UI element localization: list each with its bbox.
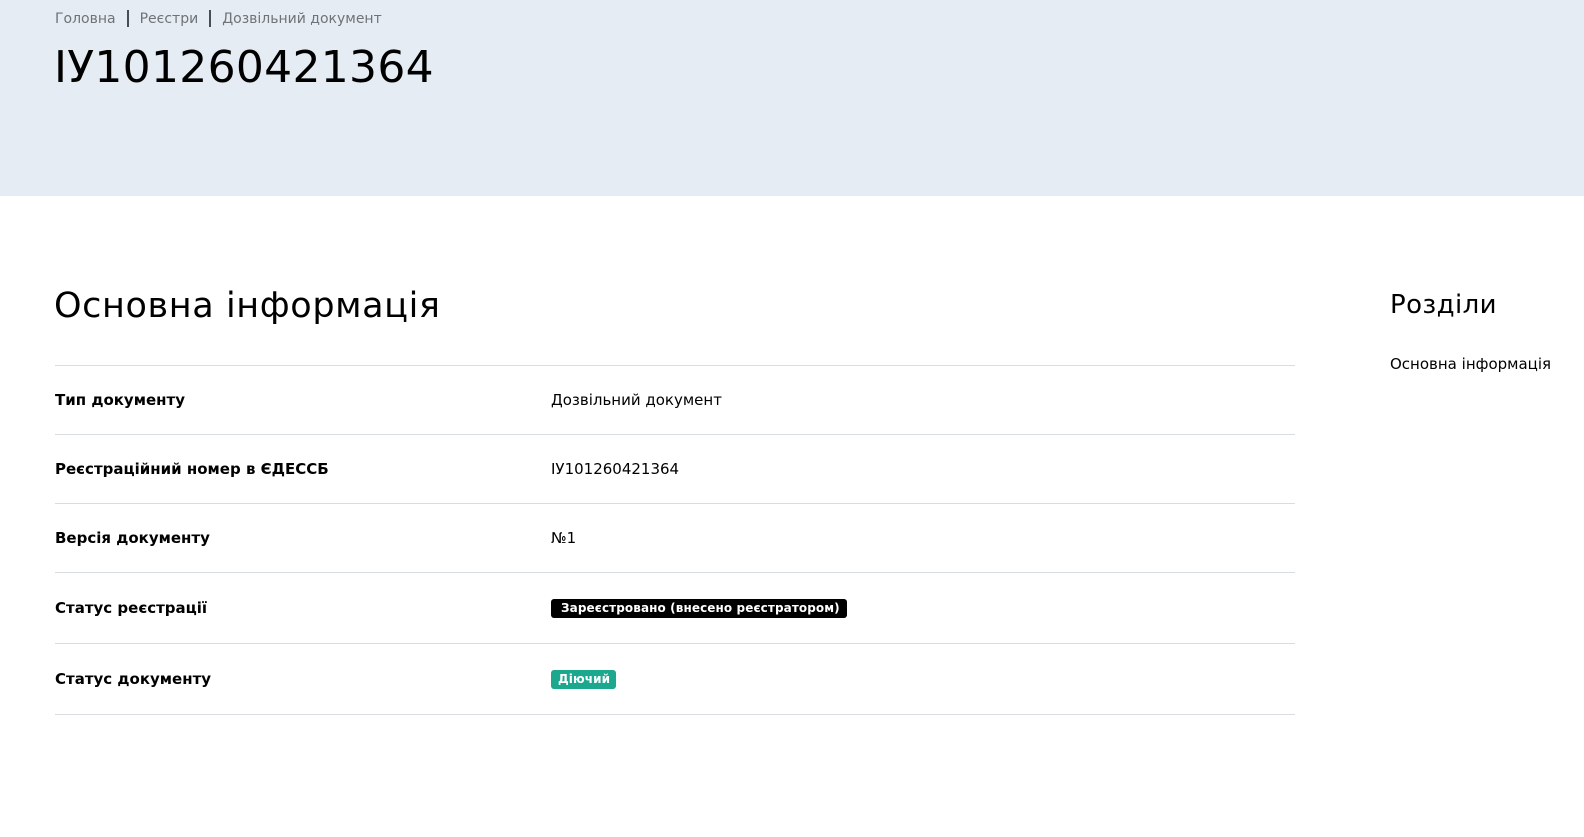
info-row-registration-number: Реєстраційний номер в ЄДЕССБ ІУ101260421…	[55, 435, 1295, 504]
section-link-basic-info[interactable]: Основна інформація	[1390, 355, 1551, 373]
info-row-document-version: Версія документу №1	[55, 504, 1295, 573]
document-status-badge: Діючий	[551, 670, 617, 689]
info-table: Тип документу Дозвільний документ Реєстр…	[55, 365, 1295, 715]
breadcrumb-separator	[126, 10, 129, 27]
info-value: ІУ101260421364	[551, 460, 680, 478]
info-value: Діючий	[551, 669, 617, 689]
info-value: №1	[551, 529, 577, 547]
info-row-document-type: Тип документу Дозвільний документ	[55, 366, 1295, 435]
section-title-basic-info: Основна інформація	[54, 286, 441, 326]
breadcrumb-current: Дозвільний документ	[222, 10, 382, 27]
info-label: Статус документу	[55, 670, 212, 688]
info-label: Тип документу	[55, 391, 185, 409]
page-header: Головна Реєстри Дозвільний документ ІУ10…	[0, 0, 1584, 196]
registration-status-badge: Зареєстровано (внесено реєстратором)	[551, 599, 847, 618]
page-title: ІУ101260421364	[54, 42, 434, 93]
breadcrumb: Головна Реєстри Дозвільний документ	[55, 10, 382, 27]
info-value: Зареєстровано (внесено реєстратором)	[551, 598, 847, 618]
sections-title: Розділи	[1390, 290, 1497, 320]
info-row-registration-status: Статус реєстрації Зареєстровано (внесено…	[55, 573, 1295, 644]
breadcrumb-separator	[209, 10, 212, 27]
info-label: Реєстраційний номер в ЄДЕССБ	[55, 460, 329, 478]
info-value: Дозвільний документ	[551, 391, 722, 409]
breadcrumb-registries-link[interactable]: Реєстри	[140, 11, 199, 27]
info-label: Статус реєстрації	[55, 599, 208, 617]
info-label: Версія документу	[55, 529, 210, 547]
breadcrumb-home-link[interactable]: Головна	[55, 11, 116, 27]
info-row-document-status: Статус документу Діючий	[55, 644, 1295, 715]
